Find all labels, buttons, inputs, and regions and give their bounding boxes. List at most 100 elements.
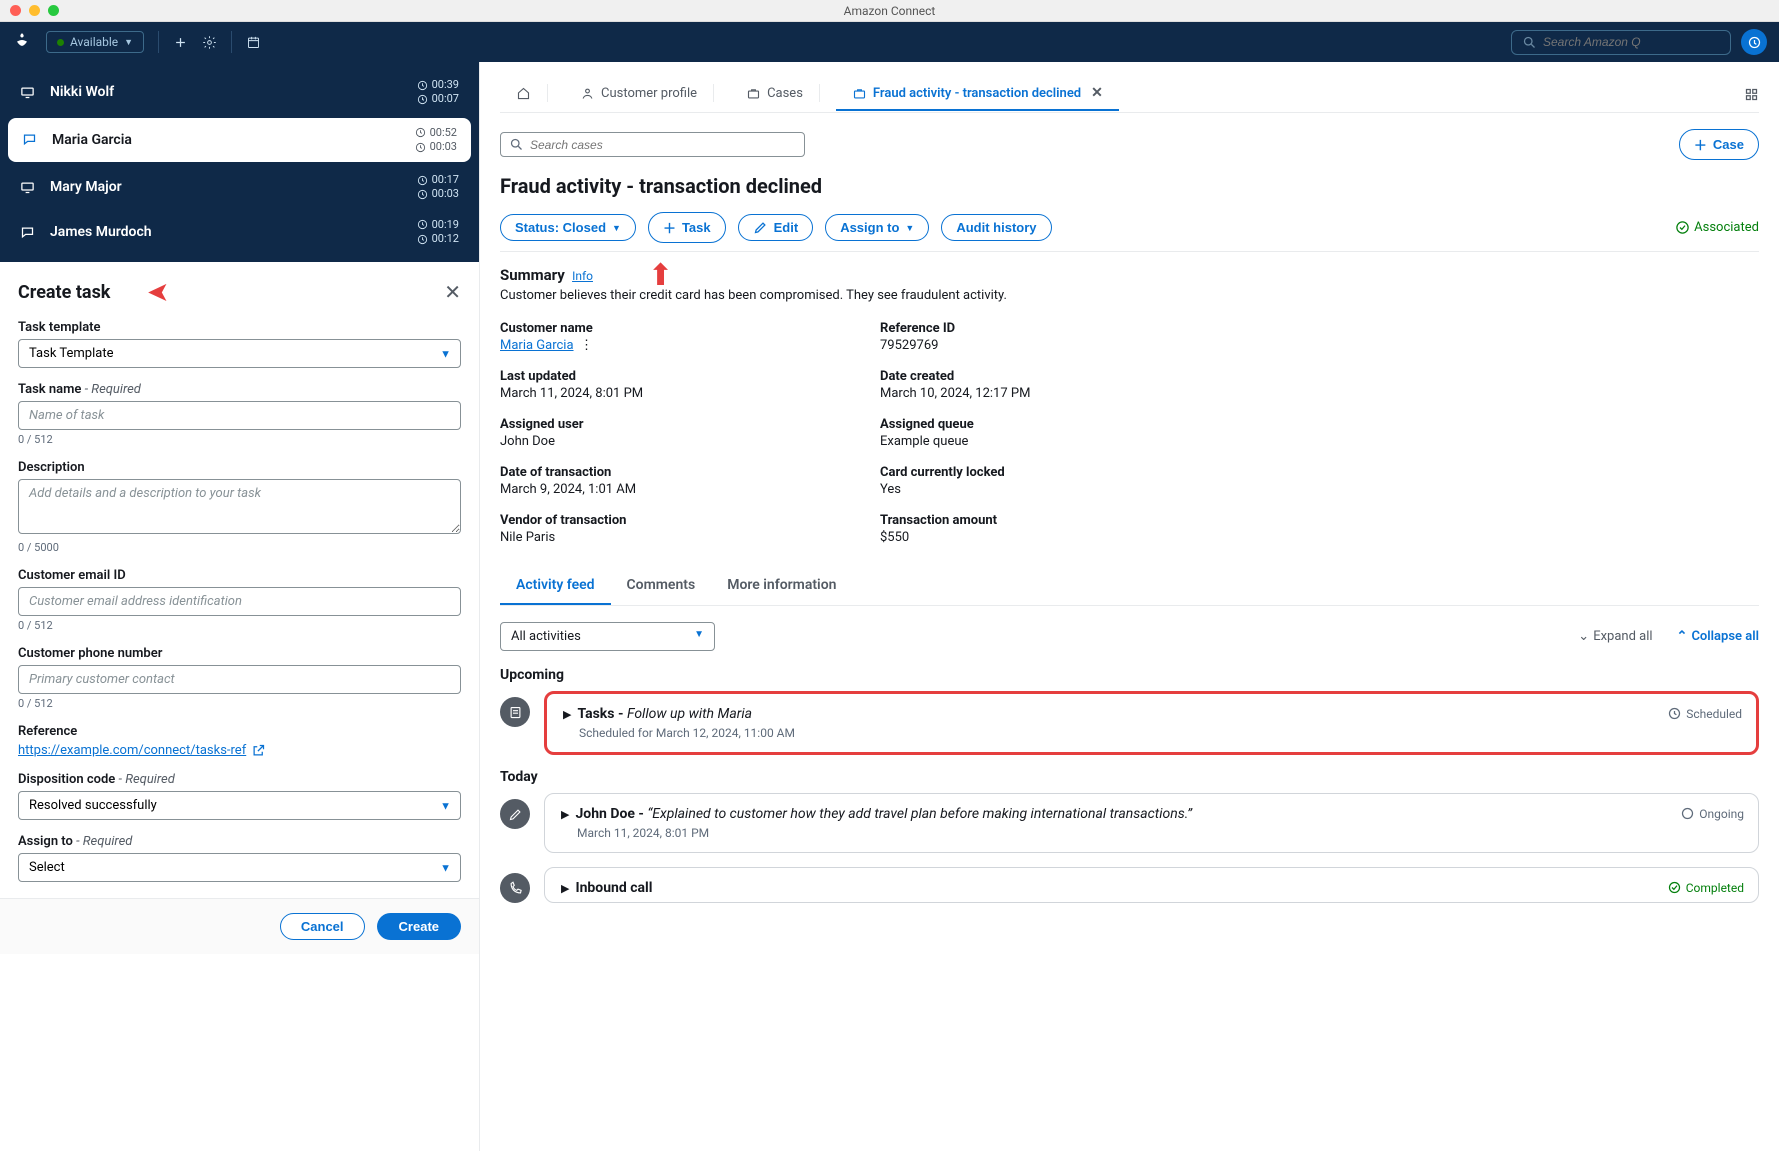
contact-timer-2: 00:03 bbox=[430, 140, 457, 154]
contact-row[interactable]: Mary Major 00:17 00:03 bbox=[0, 165, 479, 210]
more-menu-icon[interactable]: ⋮ bbox=[580, 338, 593, 353]
window-titlebar: Amazon Connect bbox=[0, 0, 1779, 22]
external-link-icon bbox=[251, 743, 266, 758]
activity-filter-select[interactable]: All activities▼ bbox=[500, 622, 715, 651]
contact-timer-2: 00:12 bbox=[432, 232, 459, 246]
email-counter: 0 / 512 bbox=[18, 619, 461, 632]
divider bbox=[158, 31, 159, 53]
assign-to-select[interactable]: Select bbox=[18, 853, 461, 882]
task-template-label: Task template bbox=[18, 320, 461, 335]
note-feed-icon bbox=[500, 799, 530, 829]
phone-input[interactable] bbox=[18, 665, 461, 694]
disposition-label: Disposition code bbox=[18, 772, 115, 787]
description-input[interactable] bbox=[18, 479, 461, 534]
window-title: Amazon Connect bbox=[0, 4, 1779, 18]
detail-label: Date of transaction bbox=[500, 465, 840, 480]
edit-button[interactable]: Edit bbox=[738, 214, 814, 241]
contact-timer-2: 00:03 bbox=[432, 187, 459, 201]
detail-label: Transaction amount bbox=[880, 513, 1220, 528]
agent-status-label: Available bbox=[70, 35, 118, 49]
feed-card-note[interactable]: ▶John Doe - “Explained to customer how t… bbox=[544, 793, 1759, 853]
app-logo[interactable] bbox=[12, 30, 32, 54]
add-task-button[interactable]: ＋Task bbox=[648, 212, 726, 243]
tab-label: Fraud activity - transaction declined bbox=[873, 86, 1081, 101]
tab-label: Customer profile bbox=[601, 86, 697, 101]
task-name-input[interactable] bbox=[18, 401, 461, 430]
collapse-all-button[interactable]: ⌃Collapse all bbox=[1677, 629, 1759, 644]
feed-status-scheduled: Scheduled bbox=[1667, 706, 1742, 721]
home-tab[interactable] bbox=[500, 76, 564, 112]
plus-icon: ＋ bbox=[1694, 135, 1707, 154]
expand-caret-icon[interactable]: ▶ bbox=[561, 808, 569, 821]
layout-grid-button[interactable] bbox=[1744, 86, 1759, 101]
contact-name: Mary Major bbox=[50, 179, 122, 195]
contact-timer-1: 00:19 bbox=[432, 218, 459, 232]
add-case-button[interactable]: ＋Case bbox=[1679, 129, 1759, 160]
customer-name-link[interactable]: Maria Garcia bbox=[500, 338, 574, 353]
top-nav: Available ▼ bbox=[0, 22, 1779, 62]
feed-status-completed: Completed bbox=[1667, 880, 1744, 895]
check-circle-icon bbox=[1667, 880, 1682, 895]
close-panel-button[interactable]: ✕ bbox=[444, 280, 461, 304]
email-input[interactable] bbox=[18, 587, 461, 616]
cases-tab[interactable]: Cases bbox=[730, 76, 836, 112]
global-search[interactable] bbox=[1511, 30, 1731, 55]
detail-label: Assigned user bbox=[500, 417, 840, 432]
expand-caret-icon[interactable]: ▶ bbox=[561, 882, 569, 895]
calendar-button[interactable] bbox=[246, 35, 261, 50]
task-template-select[interactable]: Task Template bbox=[18, 339, 461, 368]
info-link[interactable]: Info bbox=[572, 269, 593, 283]
agent-status-dropdown[interactable]: Available ▼ bbox=[46, 31, 144, 53]
disposition-select[interactable]: Resolved successfully bbox=[18, 791, 461, 820]
email-label: Customer email ID bbox=[18, 568, 461, 583]
contact-row[interactable]: Maria Garcia 00:52 00:03 bbox=[8, 118, 471, 163]
status-dropdown[interactable]: Status: Closed▼ bbox=[500, 214, 636, 241]
required-indicator: - Required bbox=[85, 382, 141, 397]
chat-icon bbox=[22, 132, 40, 147]
expand-caret-icon[interactable]: ▶ bbox=[563, 708, 571, 721]
detail-value: March 10, 2024, 12:17 PM bbox=[880, 386, 1220, 401]
task-feed-icon bbox=[500, 697, 530, 727]
detail-value: 79529769 bbox=[880, 338, 1220, 353]
audit-history-button[interactable]: Audit history bbox=[941, 214, 1051, 241]
activity-feed-tab[interactable]: Activity feed bbox=[500, 567, 611, 605]
detail-label: Card currently locked bbox=[880, 465, 1220, 480]
contact-name: Nikki Wolf bbox=[50, 84, 114, 100]
user-icon bbox=[580, 86, 595, 101]
detail-value: Example queue bbox=[880, 434, 1220, 449]
global-search-input[interactable] bbox=[1543, 35, 1720, 49]
detail-value: Yes bbox=[880, 482, 1220, 497]
close-tab-button[interactable]: ✕ bbox=[1091, 85, 1103, 101]
more-info-tab[interactable]: More information bbox=[711, 567, 852, 605]
task-name-label: Task name bbox=[18, 382, 81, 397]
assign-to-dropdown[interactable]: Assign to▼ bbox=[825, 214, 929, 241]
comments-tab[interactable]: Comments bbox=[611, 567, 712, 605]
help-button[interactable] bbox=[1741, 29, 1767, 55]
feed-subtext: March 11, 2024, 8:01 PM bbox=[577, 826, 1742, 840]
case-detail-tab[interactable]: Fraud activity - transaction declined ✕ bbox=[836, 77, 1119, 111]
case-search[interactable] bbox=[500, 132, 805, 157]
contact-row[interactable]: James Murdoch 00:19 00:12 bbox=[0, 210, 479, 255]
search-icon bbox=[509, 137, 524, 152]
reference-label: Reference bbox=[18, 724, 461, 739]
left-panel: Nikki Wolf 00:39 00:07 Maria Garcia 00:5… bbox=[0, 62, 480, 1151]
contact-row[interactable]: Nikki Wolf 00:39 00:07 bbox=[0, 70, 479, 115]
required-indicator: - Required bbox=[119, 772, 175, 787]
settings-button[interactable] bbox=[202, 35, 217, 50]
feed-card-task[interactable]: ▶Tasks - Follow up with Maria Scheduled … bbox=[544, 691, 1759, 755]
case-search-input[interactable] bbox=[530, 138, 796, 152]
reference-link[interactable]: https://example.com/connect/tasks-ref bbox=[18, 743, 266, 758]
expand-all-button[interactable]: ⌄Expand all bbox=[1578, 629, 1652, 644]
assign-to-label: Assign to bbox=[18, 834, 73, 849]
caret-down-icon: ▼ bbox=[694, 629, 704, 644]
annotation-arrow-icon: ⬆ bbox=[648, 258, 673, 293]
create-button[interactable]: Create bbox=[377, 913, 461, 940]
feed-card-call[interactable]: ▶Inbound call Completed bbox=[544, 867, 1759, 903]
chevron-down-icon: ⌄ bbox=[1578, 629, 1589, 644]
detail-label: Assigned queue bbox=[880, 417, 1220, 432]
detail-label: Vendor of transaction bbox=[500, 513, 840, 528]
cancel-button[interactable]: Cancel bbox=[280, 913, 365, 940]
phone-counter: 0 / 512 bbox=[18, 697, 461, 710]
add-button[interactable] bbox=[173, 35, 188, 50]
customer-profile-tab[interactable]: Customer profile bbox=[564, 76, 730, 112]
